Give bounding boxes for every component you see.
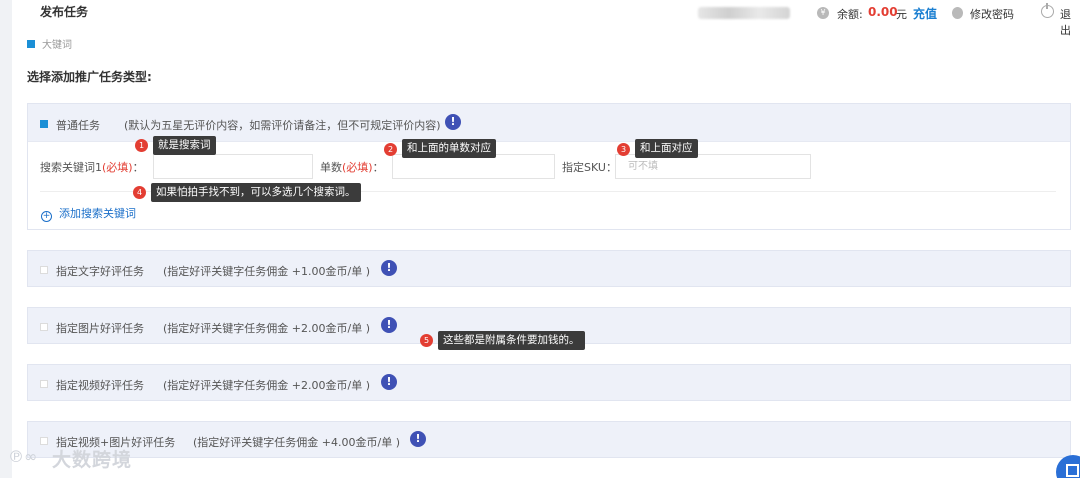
- orders-label-text: 单数: [320, 161, 342, 174]
- keyword-field-label: 搜索关键词1(必填)：: [40, 159, 144, 175]
- keyword-colon: ：: [132, 161, 144, 174]
- info-icon[interactable]: !: [410, 431, 426, 447]
- info-icon[interactable]: !: [381, 374, 397, 390]
- logout-link[interactable]: 退出: [1060, 6, 1080, 38]
- keyword-input[interactable]: [153, 154, 313, 179]
- task-text-review-panel: 指定文字好评任务 (指定好评关键字任务佣金 +1.00金币/单 ) !: [27, 250, 1071, 287]
- coin-icon: ¥: [817, 7, 829, 19]
- orders-colon: ：: [372, 161, 384, 174]
- recharge-link[interactable]: 充值: [913, 5, 937, 22]
- task-video-image-review-checkbox[interactable]: [40, 437, 48, 445]
- top-header: 发布任务 ¥ 余额: 0.00 元 充值 修改密码 退出: [12, 0, 1080, 37]
- add-keyword-label: 添加搜索关键词: [59, 207, 136, 220]
- task-image-review-name: 指定图片好评任务: [56, 322, 144, 335]
- sku-field-label: 指定SKU：: [562, 161, 617, 174]
- task-text-review-checkbox[interactable]: [40, 266, 48, 274]
- task-video-review-checkbox[interactable]: [40, 380, 48, 388]
- keyword-required-mark: (必填): [102, 161, 133, 174]
- section-title: 选择添加推广任务类型:: [27, 70, 152, 84]
- annotation-number-1: 1: [135, 139, 148, 152]
- task-normal-checkbox[interactable]: [40, 120, 48, 128]
- task-image-review-checkbox[interactable]: [40, 323, 48, 331]
- user-name-blurred: [698, 7, 790, 19]
- breadcrumb: 大键词: [42, 40, 72, 51]
- keyword-label-text: 搜索关键词1: [40, 161, 102, 174]
- balance-value: 0.00: [868, 5, 898, 19]
- info-icon[interactable]: !: [445, 114, 461, 130]
- change-password-link[interactable]: 修改密码: [970, 6, 1014, 22]
- annotation-number-3: 3: [617, 143, 630, 156]
- task-video-image-review-panel: 指定视频+图片好评任务 (指定好评关键字任务佣金 +4.00金币/单 ) !: [27, 421, 1071, 458]
- page-title: 发布任务: [40, 5, 89, 19]
- task-normal-name: 普通任务: [56, 119, 100, 132]
- task-normal-panel: 普通任务 (默认为五星无评价内容，如需评价请备注，但不可规定评价内容) ! 搜索…: [27, 103, 1071, 230]
- task-video-review-note: (指定好评关键字任务佣金 +2.00金币/单 ): [163, 379, 370, 392]
- annotation-number-4: 4: [133, 186, 146, 199]
- breadcrumb-marker: [27, 40, 35, 48]
- power-icon[interactable]: [1041, 3, 1054, 18]
- annotation-number-5: 5: [420, 334, 433, 347]
- left-sidebar-strip: [0, 0, 12, 478]
- orders-field-label: 单数(必填)：: [320, 159, 384, 175]
- plus-circle-icon: +: [41, 211, 52, 222]
- annotation-tooltip-3: 和上面对应: [635, 139, 698, 158]
- watermark-text: 大数跨境: [52, 449, 133, 471]
- info-icon[interactable]: !: [381, 260, 397, 276]
- task-video-review-panel: 指定视频好评任务 (指定好评关键字任务佣金 +2.00金币/单 ) !: [27, 364, 1071, 401]
- annotation-tooltip-5: 这些都是附属条件要加钱的。: [438, 331, 585, 350]
- task-text-review-name: 指定文字好评任务: [56, 265, 144, 278]
- task-text-review-note: (指定好评关键字任务佣金 +1.00金币/单 ): [163, 265, 370, 278]
- task-video-review-name: 指定视频好评任务: [56, 379, 144, 392]
- annotation-tooltip-2: 和上面的单数对应: [402, 139, 496, 158]
- balance-label: 余额:: [837, 8, 863, 21]
- annotation-tooltip-4: 如果怕拍手找不到，可以多选几个搜索词。: [151, 183, 361, 202]
- add-keyword-button[interactable]: + 添加搜索关键词: [41, 205, 136, 222]
- annotation-number-2: 2: [384, 143, 397, 156]
- orders-required-mark: (必填): [342, 161, 373, 174]
- balance-unit: 元: [896, 8, 907, 21]
- watermark-logo-icon: ℗∞: [8, 447, 38, 466]
- floating-chat-button[interactable]: [1056, 455, 1080, 478]
- task-image-review-note: (指定好评关键字任务佣金 +2.00金币/单 ): [163, 322, 370, 335]
- info-icon[interactable]: !: [381, 317, 397, 333]
- task-normal-note: (默认为五星无评价内容，如需评价请备注，但不可规定评价内容): [124, 119, 441, 132]
- annotation-tooltip-1: 就是搜索词: [153, 136, 216, 155]
- task-video-image-review-note: (指定好评关键字任务佣金 +4.00金币/单 ): [193, 436, 400, 449]
- lock-icon: [952, 7, 963, 19]
